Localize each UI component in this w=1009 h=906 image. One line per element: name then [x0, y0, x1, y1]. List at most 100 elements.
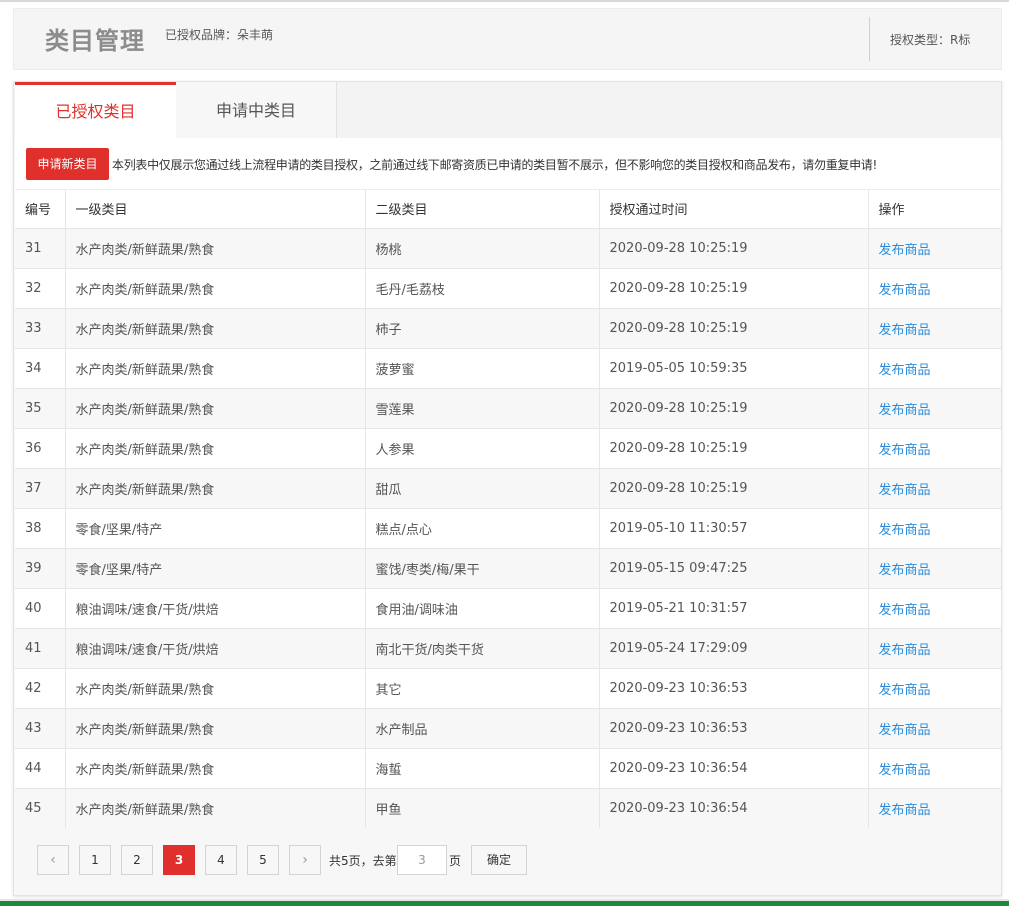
cell-approved-time: 2020-09-23 10:36:54	[599, 748, 869, 789]
category-panel: 已授权类目 申请中类目 申请新类目 本列表中仅展示您通过线上流程申请的类目授权，…	[13, 81, 1002, 896]
category-table: 编号 一级类目 二级类目 授权通过时间 操作 31 水产肉类/新鲜蔬果/熟食 杨桃 2…	[15, 190, 1001, 829]
publish-product-link[interactable]: 发布商品	[879, 363, 931, 378]
table-row: 32 水产肉类/新鲜蔬果/熟食 毛丹/毛荔枝 2020-09-28 10:25:19 发…	[15, 268, 1001, 309]
cell-id: 32	[15, 268, 66, 309]
chevron-right-icon[interactable]: ›	[289, 845, 321, 875]
cell-approved-time: 2020-09-23 10:36:53	[599, 708, 869, 749]
cell-approved-time: 2020-09-28 10:25:19	[599, 428, 869, 469]
table-row: 35 水产肉类/新鲜蔬果/熟食 雪莲果 2020-09-28 10:25:19 发布商品	[15, 388, 1001, 429]
table-row: 44 水产肉类/新鲜蔬果/熟食 海蜇 2020-09-23 10:36:54 发布商品	[15, 748, 1001, 789]
publish-product-link[interactable]: 发布商品	[879, 683, 931, 698]
page-button-5[interactable]: 5	[247, 845, 279, 875]
cell-id: 33	[15, 308, 66, 349]
cell-id: 35	[15, 388, 66, 429]
cell-action: 发布商品	[868, 428, 1001, 469]
cell-approved-time: 2019-05-21 10:31:57	[599, 588, 869, 629]
publish-product-link[interactable]: 发布商品	[879, 323, 931, 338]
cell-category-2: 食用油/调味油	[365, 588, 600, 629]
page-header: 类目管理 已授权品牌：朵丰萌 授权类型：R标	[13, 8, 1002, 70]
notice-bar: 申请新类目 本列表中仅展示您通过线上流程申请的类目授权，之前通过线下邮寄资质已申…	[15, 138, 1001, 190]
cell-approved-time: 2020-09-23 10:36:54	[599, 788, 869, 829]
cell-approved-time: 2020-09-28 10:25:19	[599, 308, 869, 349]
cell-id: 43	[15, 708, 66, 749]
cell-id: 44	[15, 748, 66, 789]
page-button-3-current[interactable]: 3	[163, 845, 195, 875]
cell-id: 38	[15, 508, 66, 549]
cell-category-2: 雪莲果	[365, 388, 600, 429]
table-row: 34 水产肉类/新鲜蔬果/熟食 菠萝蜜 2019-05-05 10:59:35 发布商品	[15, 348, 1001, 389]
top-border	[0, 0, 1009, 2]
cell-category-1: 水产肉类/新鲜蔬果/熟食	[65, 668, 366, 709]
publish-product-link[interactable]: 发布商品	[879, 563, 931, 578]
column-header-id: 编号	[15, 190, 66, 229]
cell-approved-time: 2020-09-28 10:25:19	[599, 268, 869, 309]
cell-category-2: 菠萝蜜	[365, 348, 600, 389]
cell-category-1: 粮油调味/速食/干货/烘焙	[65, 588, 366, 629]
cell-id: 36	[15, 428, 66, 469]
publish-product-link[interactable]: 发布商品	[879, 243, 931, 258]
cell-id: 42	[15, 668, 66, 709]
cell-approved-time: 2019-05-15 09:47:25	[599, 548, 869, 589]
cell-id: 31	[15, 228, 66, 269]
publish-product-link[interactable]: 发布商品	[879, 283, 931, 298]
publish-product-link[interactable]: 发布商品	[879, 643, 931, 658]
total-pages-text: 共5页，去第	[329, 854, 397, 868]
table-row: 37 水产肉类/新鲜蔬果/熟食 甜瓜 2020-09-28 10:25:19 发布商品	[15, 468, 1001, 509]
bottom-border	[0, 901, 1009, 906]
publish-product-link[interactable]: 发布商品	[879, 763, 931, 778]
publish-product-link[interactable]: 发布商品	[879, 443, 931, 458]
cell-action: 发布商品	[868, 228, 1001, 269]
table-row: 40 粮油调味/速食/干货/烘焙 食用油/调味油 2019-05-21 10:31:5…	[15, 588, 1001, 629]
table-header-row: 编号 一级类目 二级类目 授权通过时间 操作	[15, 190, 1001, 229]
cell-action: 发布商品	[868, 268, 1001, 309]
cell-action: 发布商品	[868, 588, 1001, 629]
page-button-1[interactable]: 1	[79, 845, 111, 875]
cell-category-1: 水产肉类/新鲜蔬果/熟食	[65, 308, 366, 349]
publish-product-link[interactable]: 发布商品	[879, 723, 931, 738]
cell-category-1: 水产肉类/新鲜蔬果/熟食	[65, 748, 366, 789]
table-row: 33 水产肉类/新鲜蔬果/熟食 柿子 2020-09-28 10:25:19 发布商品	[15, 308, 1001, 349]
cell-id: 45	[15, 788, 66, 829]
cell-action: 发布商品	[868, 708, 1001, 749]
page-button-2[interactable]: 2	[121, 845, 153, 875]
cell-approved-time: 2019-05-05 10:59:35	[599, 348, 869, 389]
cell-category-1: 水产肉类/新鲜蔬果/熟食	[65, 268, 366, 309]
publish-product-link[interactable]: 发布商品	[879, 803, 931, 818]
apply-new-category-button[interactable]: 申请新类目	[26, 148, 109, 180]
column-header-approved-time: 授权通过时间	[599, 190, 869, 229]
go-to-page-input[interactable]	[397, 845, 447, 875]
cell-approved-time: 2020-09-28 10:25:19	[599, 228, 869, 269]
pagination: ‹ 1 2 3 4 5 › 共5页，去第 页 确定	[15, 828, 1001, 894]
tab-authorized-categories[interactable]: 已授权类目	[15, 82, 176, 138]
tab-content: 申请新类目 本列表中仅展示您通过线上流程申请的类目授权，之前通过线下邮寄资质已申…	[15, 138, 1001, 894]
page-suffix-text: 页	[449, 854, 462, 868]
header-divider	[869, 17, 870, 61]
cell-category-2: 甜瓜	[365, 468, 600, 509]
publish-product-link[interactable]: 发布商品	[879, 603, 931, 618]
cell-id: 41	[15, 628, 66, 669]
cell-category-1: 水产肉类/新鲜蔬果/熟食	[65, 468, 366, 509]
table-row: 38 零食/坚果/特产 糕点/点心 2019-05-10 11:30:57 发布商品	[15, 508, 1001, 549]
confirm-page-button[interactable]: 确定	[471, 845, 527, 875]
cell-category-2: 南北干货/肉类干货	[365, 628, 600, 669]
tab-pending-categories[interactable]: 申请中类目	[176, 82, 337, 138]
cell-category-2: 其它	[365, 668, 600, 709]
publish-product-link[interactable]: 发布商品	[879, 403, 931, 418]
cell-category-1: 水产肉类/新鲜蔬果/熟食	[65, 388, 366, 429]
cell-category-1: 零食/坚果/特产	[65, 508, 366, 549]
cell-action: 发布商品	[868, 668, 1001, 709]
cell-id: 40	[15, 588, 66, 629]
publish-product-link[interactable]: 发布商品	[879, 523, 931, 538]
page-title: 类目管理	[45, 27, 145, 55]
page-button-4[interactable]: 4	[205, 845, 237, 875]
chevron-left-icon[interactable]: ‹	[37, 845, 69, 875]
table-row: 45 水产肉类/新鲜蔬果/熟食 甲鱼 2020-09-23 10:36:54 发布商品	[15, 788, 1001, 829]
cell-approved-time: 2019-05-24 17:29:09	[599, 628, 869, 669]
notice-text: 本列表中仅展示您通过线上流程申请的类目授权，之前通过线下邮寄资质已申请的类目暂不…	[112, 158, 878, 172]
cell-action: 发布商品	[868, 468, 1001, 509]
cell-action: 发布商品	[868, 548, 1001, 589]
table-row: 36 水产肉类/新鲜蔬果/熟食 人参果 2020-09-28 10:25:19 发布商品	[15, 428, 1001, 469]
publish-product-link[interactable]: 发布商品	[879, 483, 931, 498]
cell-category-1: 零食/坚果/特产	[65, 548, 366, 589]
table-row: 39 零食/坚果/特产 蜜饯/枣类/梅/果干 2019-05-15 09:47:25 发…	[15, 548, 1001, 589]
